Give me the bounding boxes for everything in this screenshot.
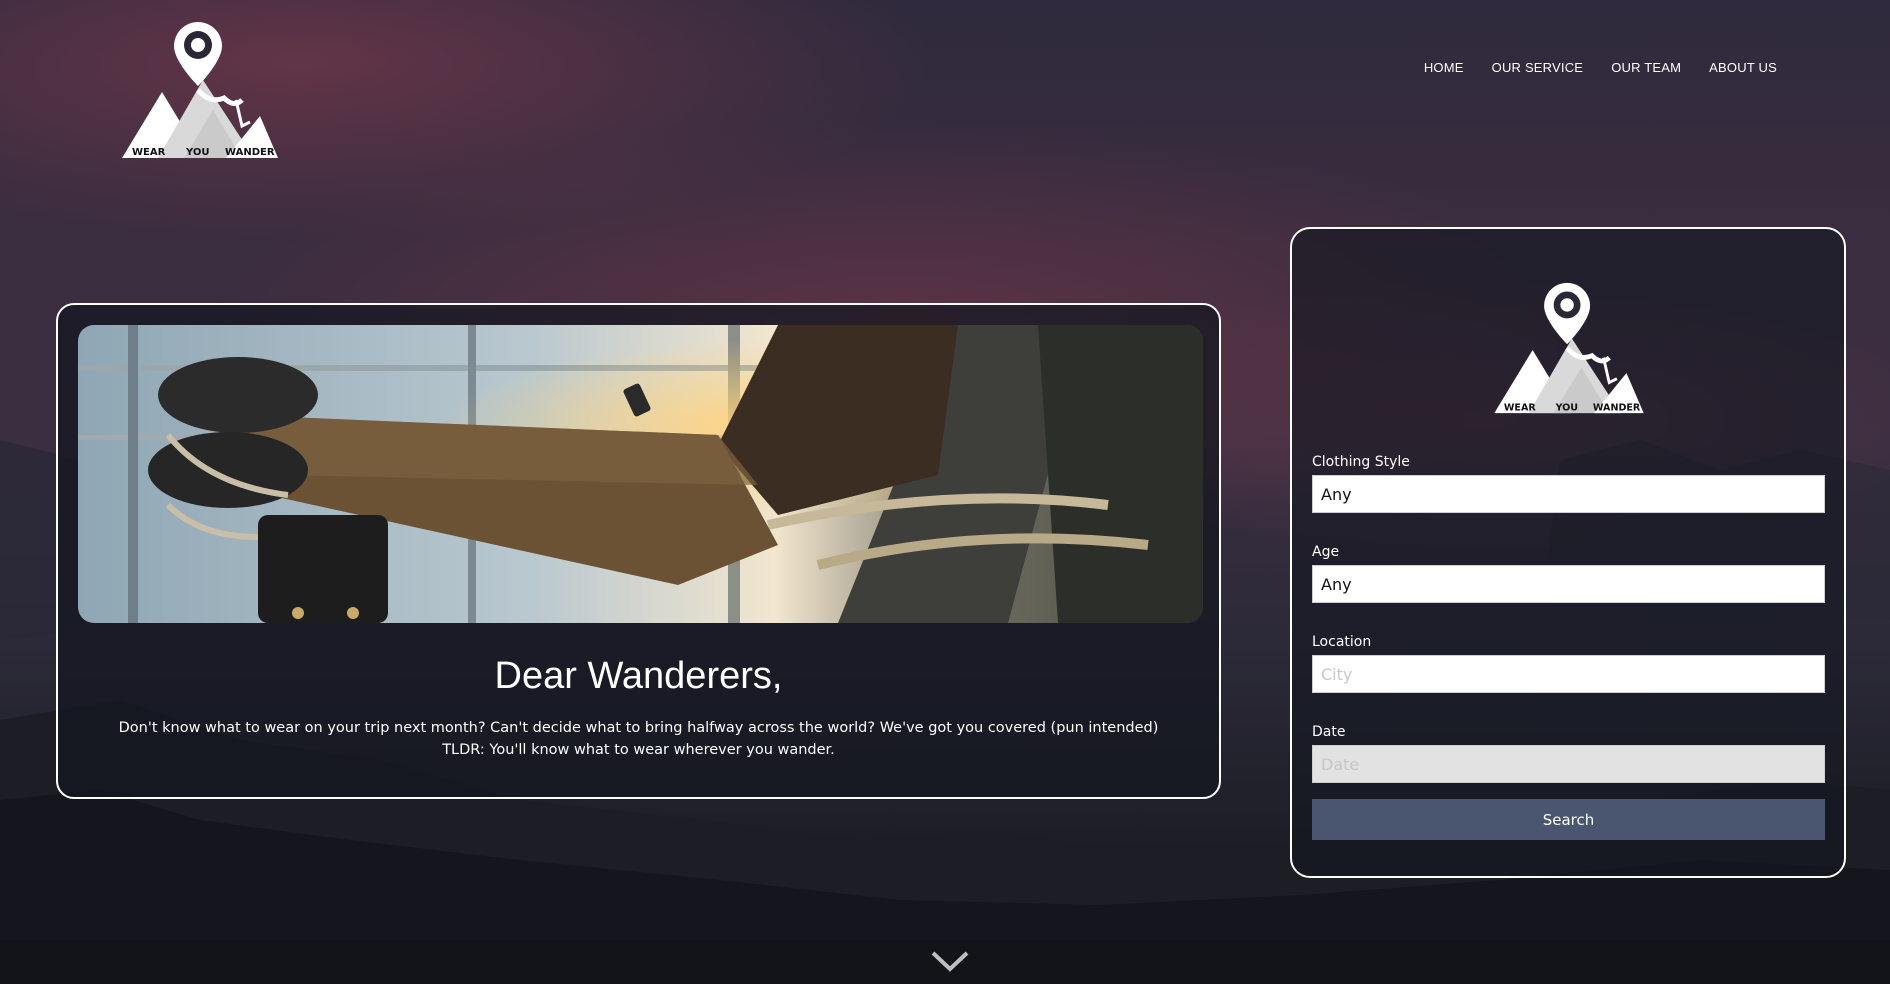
age-label: Age	[1312, 544, 1340, 560]
clothing-style-select[interactable]: Any	[1312, 475, 1825, 513]
logo-word-wander: WANDER	[225, 147, 275, 158]
age-select[interactable]: Any	[1312, 565, 1825, 603]
hero-image-traveler	[78, 325, 1203, 623]
nav-our-service[interactable]: OUR SERVICE	[1492, 60, 1584, 75]
hero-line-1: Don't know what to wear on your trip nex…	[118, 720, 1159, 736]
wear-you-wander-logo[interactable]: WEAR YOU WANDER	[118, 20, 282, 162]
search-button[interactable]: Search	[1312, 799, 1825, 840]
location-input[interactable]	[1321, 656, 1816, 692]
form-logo: WEAR YOU WANDER	[1494, 282, 1644, 413]
logo-word-wear: WEAR	[132, 147, 166, 158]
form-logo-word-you: YOU	[1555, 402, 1578, 413]
nav-home[interactable]: HOME	[1424, 60, 1464, 75]
hero-card: Dear Wanderers, Don't know what to wear …	[56, 303, 1221, 799]
location-field	[1312, 655, 1825, 693]
nav-our-team[interactable]: OUR TEAM	[1611, 60, 1681, 75]
hero-description: Don't know what to wear on your trip nex…	[58, 717, 1219, 761]
logo-word-you: YOU	[185, 147, 210, 158]
age-value: Any	[1321, 574, 1352, 594]
clothing-style-value: Any	[1321, 484, 1352, 504]
date-label: Date	[1312, 724, 1346, 740]
form-logo-word-wear: WEAR	[1504, 402, 1536, 413]
nav-about-us[interactable]: ABOUT US	[1709, 60, 1777, 75]
main-nav: HOME OUR SERVICE OUR TEAM ABOUT US	[1424, 60, 1777, 75]
location-label: Location	[1312, 634, 1372, 650]
search-form-card: WEAR YOU WANDER Clothing Style Any Age A…	[1290, 227, 1846, 878]
chevron-down-icon[interactable]	[930, 948, 970, 974]
clothing-style-label: Clothing Style	[1312, 454, 1410, 470]
form-logo-word-wander: WANDER	[1593, 402, 1641, 413]
date-field	[1312, 745, 1825, 783]
date-input[interactable]	[1321, 746, 1816, 782]
hero-title: Dear Wanderers,	[494, 655, 783, 697]
hero-line-2: TLDR: You'll know what to wear wherever …	[442, 742, 835, 758]
